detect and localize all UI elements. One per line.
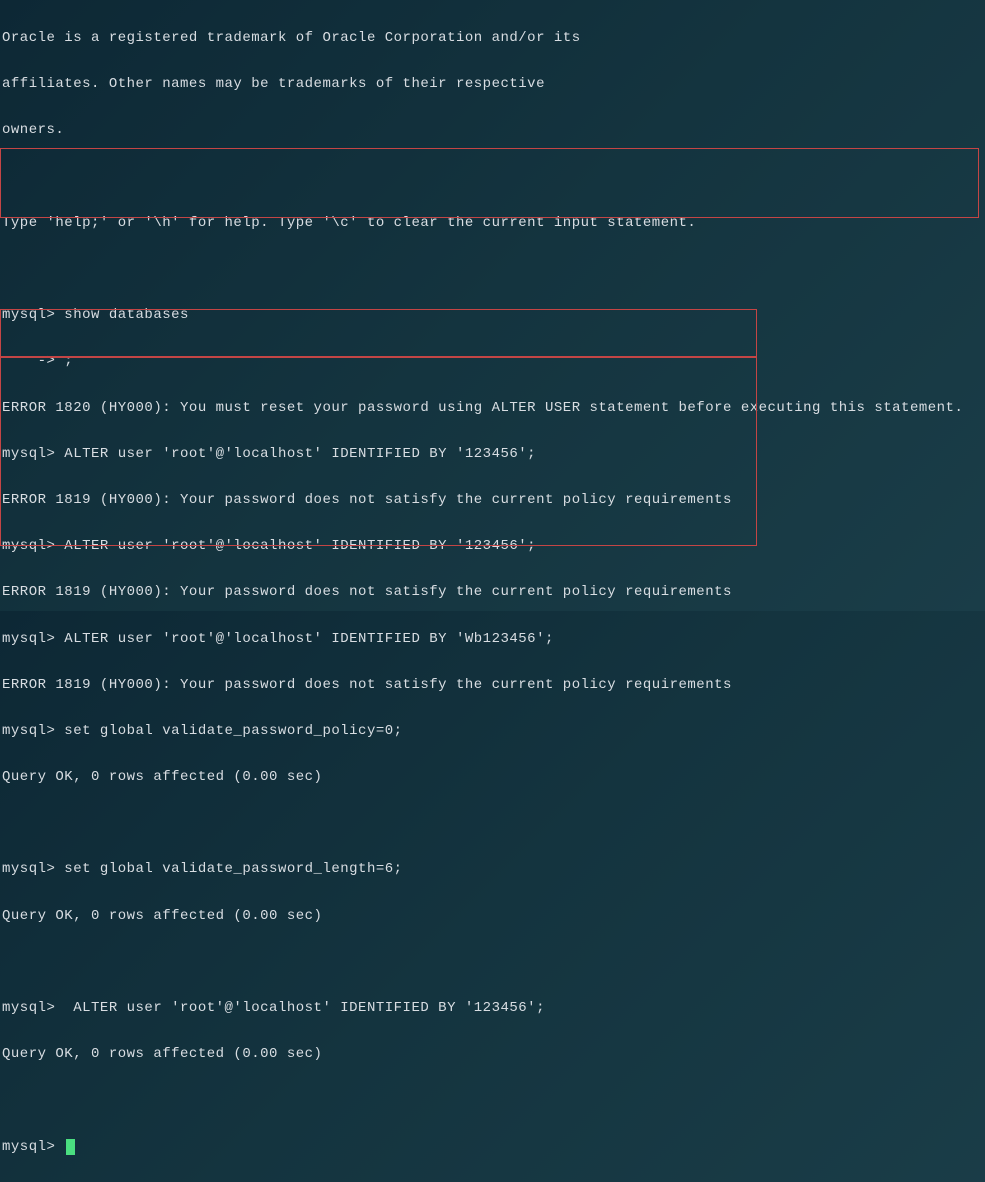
result-line: Query OK, 0 rows affected (0.00 sec): [2, 905, 983, 928]
command-line: mysql> ALTER user 'root'@'localhost' IDE…: [2, 997, 983, 1020]
command-line: mysql> set global validate_password_poli…: [2, 720, 983, 743]
blank-line: [2, 812, 983, 835]
result-line: Query OK, 0 rows affected (0.00 sec): [2, 766, 983, 789]
highlight-box-1: [0, 148, 979, 218]
error-line: ERROR 1819 (HY000): Your password does n…: [2, 581, 983, 604]
cursor-icon: [66, 1139, 75, 1155]
intro-line: Oracle is a registered trademark of Orac…: [2, 27, 983, 50]
blank-line: [2, 1089, 983, 1112]
blank-line: [2, 951, 983, 974]
highlight-box-2: [0, 309, 757, 357]
blank-line: [2, 258, 983, 281]
intro-line: affiliates. Other names may be trademark…: [2, 73, 983, 96]
intro-line: owners.: [2, 119, 983, 142]
result-line: Query OK, 0 rows affected (0.00 sec): [2, 1043, 983, 1066]
prompt-text: mysql>: [2, 1139, 64, 1155]
prompt-line[interactable]: mysql>: [2, 1136, 983, 1159]
command-line: mysql> set global validate_password_leng…: [2, 858, 983, 881]
error-line: ERROR 1819 (HY000): Your password does n…: [2, 674, 983, 697]
highlight-box-3: [0, 357, 757, 546]
command-line: mysql> ALTER user 'root'@'localhost' IDE…: [2, 628, 983, 651]
